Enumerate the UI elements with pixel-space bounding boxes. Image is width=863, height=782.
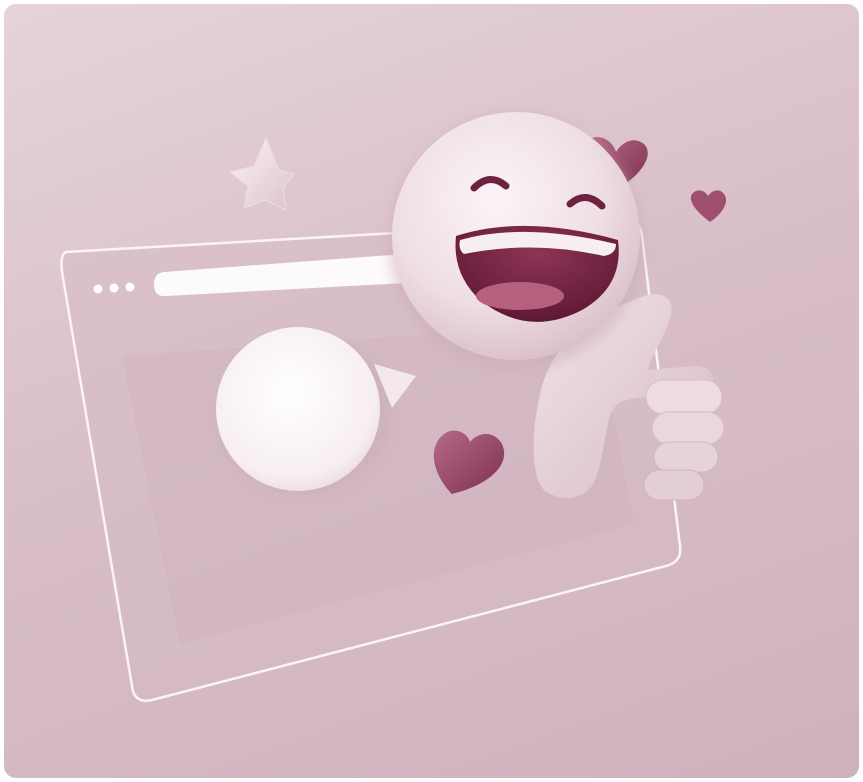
star-icon: [228, 136, 295, 211]
illustration-canvas: [60, 112, 727, 702]
tongue-icon: [476, 282, 564, 310]
illustration-frame: [4, 4, 859, 778]
window-dot-icon: [125, 282, 135, 292]
window-dot-icon: [109, 283, 119, 293]
laughing-face-icon: [388, 112, 644, 370]
heart-icon: [690, 190, 727, 222]
window-dot-icon: [93, 284, 103, 294]
